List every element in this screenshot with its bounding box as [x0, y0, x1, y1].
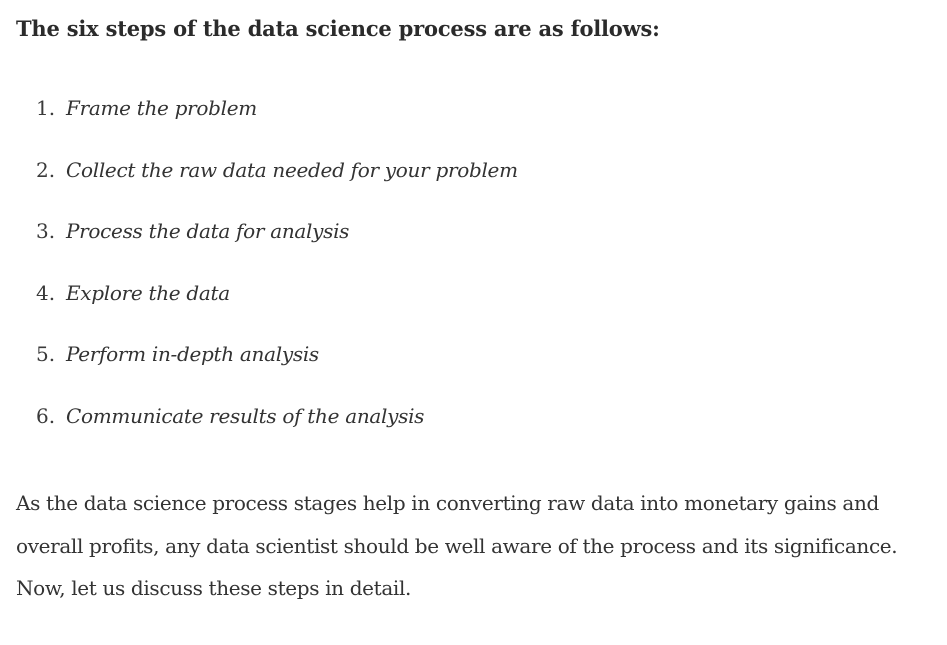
step-text: Explore the data [66, 280, 230, 305]
step-number: 5. [36, 342, 56, 367]
list-item: 6. Communicate results of the analysis [36, 404, 518, 466]
step-number: 6. [36, 403, 56, 428]
list-item: 3. Process the data for analysis [36, 219, 518, 281]
step-text: Perform in-depth analysis [66, 342, 319, 367]
step-text: Collect the raw data needed for your pro… [66, 157, 518, 182]
step-number: 1. [36, 96, 56, 120]
list-item: 5. Perform in-depth analysis [36, 342, 518, 404]
step-number: 3. [36, 219, 56, 244]
step-number: 2. [36, 157, 56, 182]
list-item: 4. Explore the data [36, 281, 518, 343]
list-item: 1. Frame the problem [36, 96, 518, 158]
intro-heading: The six steps of the data science proces… [16, 16, 660, 41]
steps-list: 1. Frame the problem 2. Collect the raw … [36, 96, 518, 466]
step-text: Process the data for analysis [66, 219, 350, 244]
step-number: 4. [36, 280, 56, 305]
body-paragraph: As the data science process stages help … [16, 491, 898, 600]
article-content: The six steps of the data science proces… [0, 0, 947, 645]
list-item: 2. Collect the raw data needed for your … [36, 158, 518, 220]
step-text: Communicate results of the analysis [66, 403, 425, 428]
step-text: Frame the problem [66, 96, 257, 120]
